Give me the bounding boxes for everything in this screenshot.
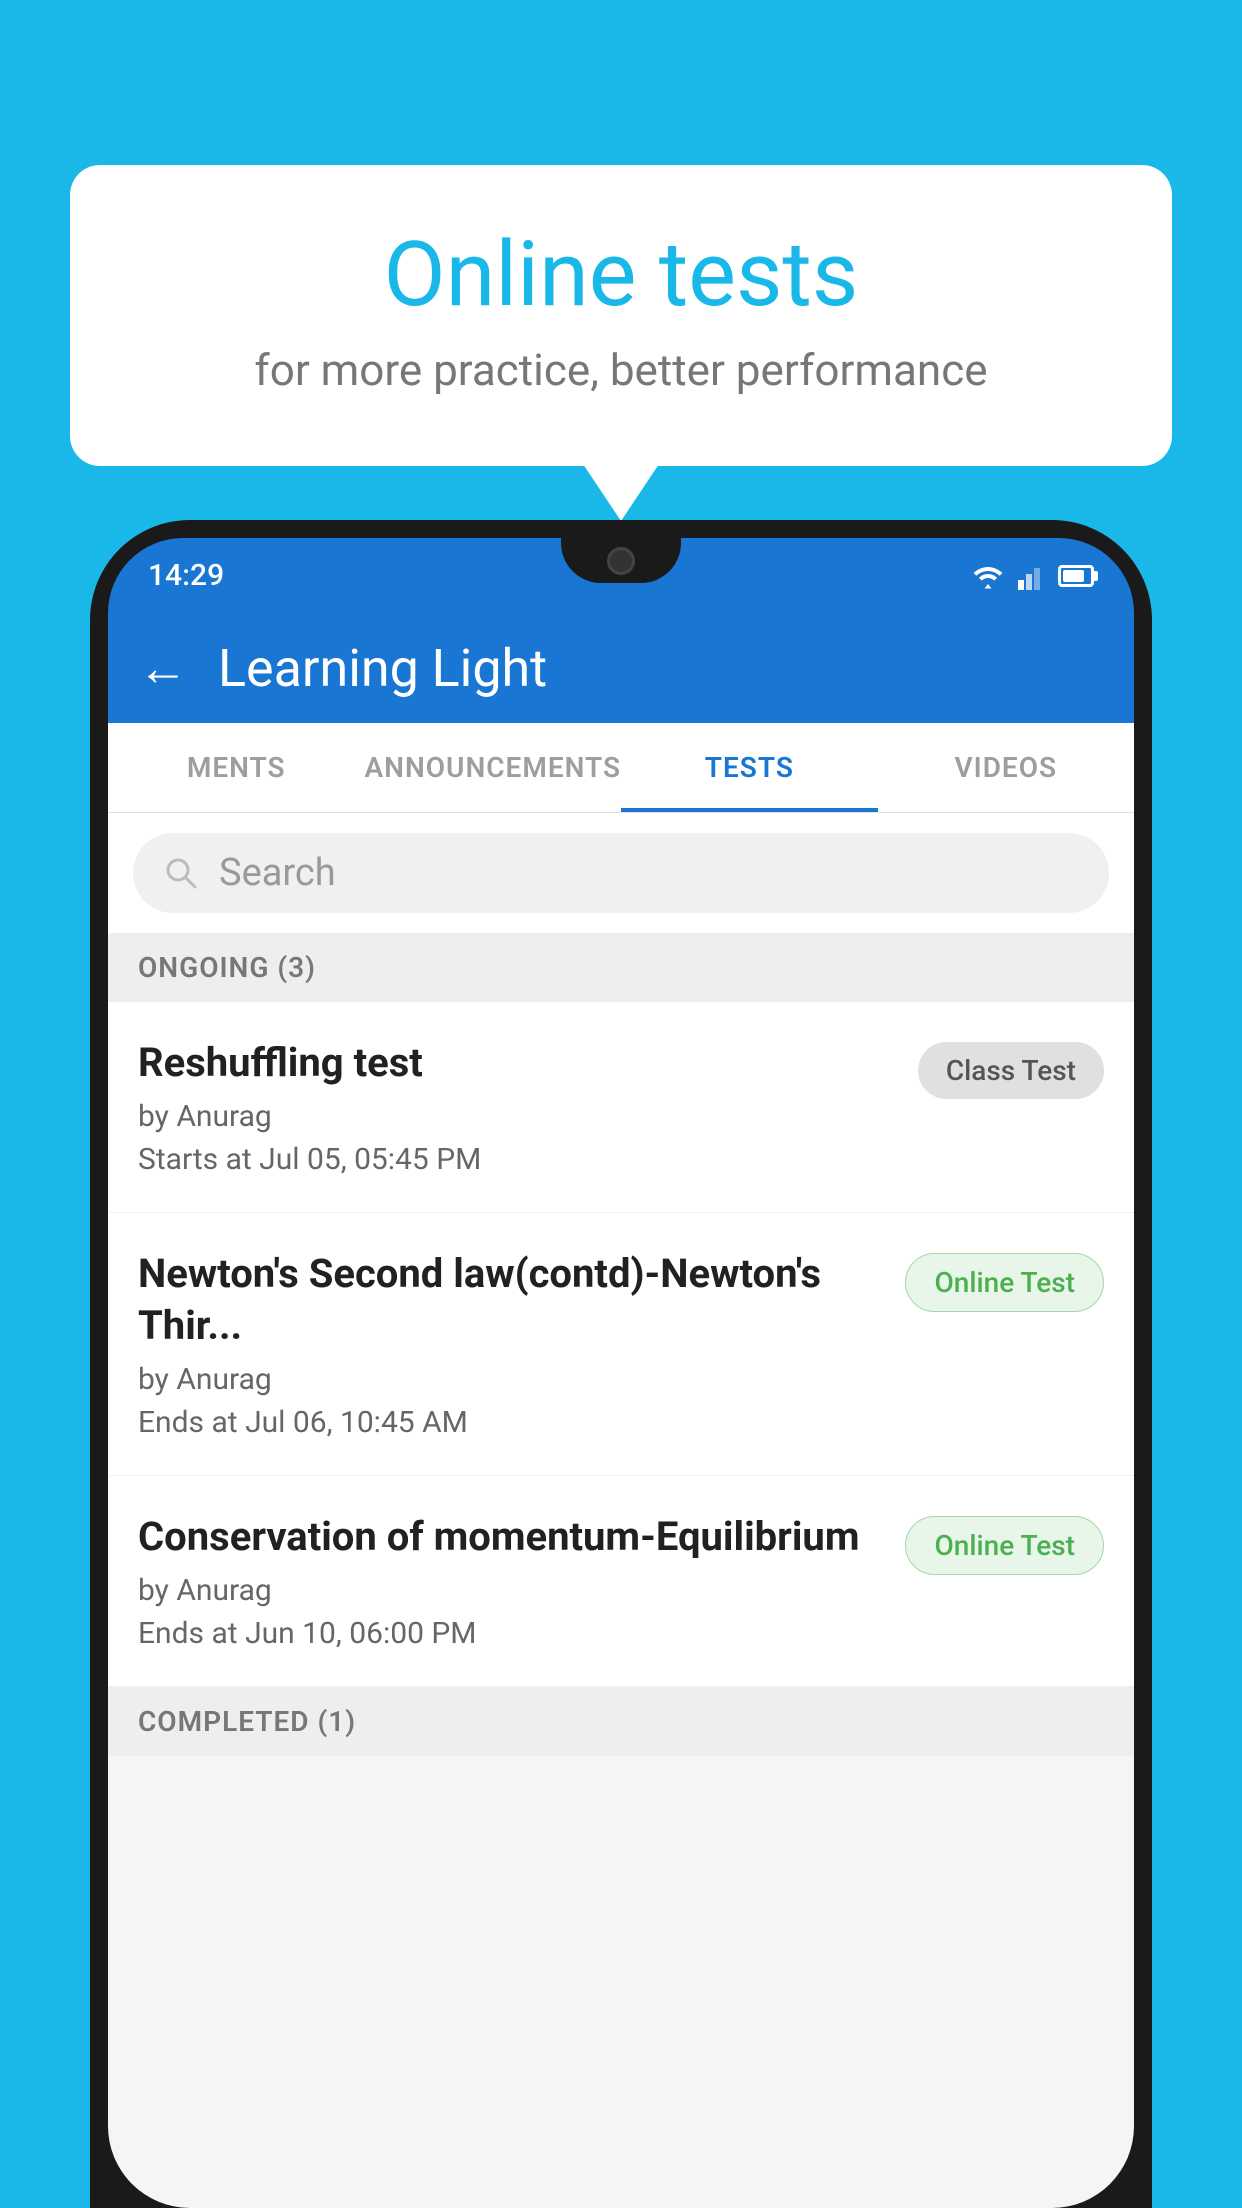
search-icon [163,855,199,891]
camera-dot [607,547,635,575]
search-container: Search [108,813,1134,933]
tab-tests[interactable]: TESTS [621,723,877,812]
tab-videos[interactable]: VIDEOS [878,723,1134,812]
speech-bubble: Online tests for more practice, better p… [70,165,1172,466]
tabs-bar: MENTS ANNOUNCEMENTS TESTS VIDEOS [108,723,1134,813]
phone-frame: 14:29 ← Learnin [90,520,1152,2208]
test-badge-2: Online Test [905,1253,1104,1312]
wifi-icon [970,562,1006,590]
phone-notch [561,538,681,583]
app-bar-title: Learning Light [218,638,547,699]
test-time-2: Ends at Jul 06, 10:45 AM [138,1405,885,1440]
completed-section-header: COMPLETED (1) [108,1687,1134,1756]
test-name-2: Newton's Second law(contd)-Newton's Thir… [138,1248,885,1352]
test-time-1: Starts at Jul 05, 05:45 PM [138,1142,898,1177]
tab-ments[interactable]: MENTS [108,723,364,812]
ongoing-section-header: ONGOING (3) [108,933,1134,1002]
test-info-1: Reshuffling test by Anurag Starts at Jul… [138,1037,898,1177]
test-item-3[interactable]: Conservation of momentum-Equilibrium by … [108,1476,1134,1687]
test-info-3: Conservation of momentum-Equilibrium by … [138,1511,885,1651]
speech-bubble-subtitle: for more practice, better performance [150,344,1092,396]
speech-bubble-title: Online tests [150,225,1092,324]
phone-screen: ← Learning Light MENTS ANNOUNCEMENTS TES… [108,613,1134,2208]
test-name-1: Reshuffling test [138,1037,898,1089]
back-button[interactable]: ← [138,639,188,698]
status-time: 14:29 [148,558,224,593]
test-list: Reshuffling test by Anurag Starts at Jul… [108,1002,1134,1687]
app-bar: ← Learning Light [108,613,1134,723]
test-badge-3: Online Test [905,1516,1104,1575]
status-icons [970,562,1094,590]
battery-icon [1058,565,1094,587]
search-box[interactable]: Search [133,833,1109,913]
status-bar: 14:29 [108,538,1134,613]
tab-announcements[interactable]: ANNOUNCEMENTS [364,723,621,812]
test-time-3: Ends at Jun 10, 06:00 PM [138,1616,885,1651]
test-author-3: by Anurag [138,1573,885,1608]
test-name-3: Conservation of momentum-Equilibrium [138,1511,885,1563]
test-item-2[interactable]: Newton's Second law(contd)-Newton's Thir… [108,1213,1134,1476]
test-author-2: by Anurag [138,1362,885,1397]
search-placeholder: Search [219,851,336,895]
test-badge-1: Class Test [918,1042,1104,1099]
test-info-2: Newton's Second law(contd)-Newton's Thir… [138,1248,885,1440]
test-author-1: by Anurag [138,1099,898,1134]
signal-icon [1018,562,1046,590]
test-item-1[interactable]: Reshuffling test by Anurag Starts at Jul… [108,1002,1134,1213]
